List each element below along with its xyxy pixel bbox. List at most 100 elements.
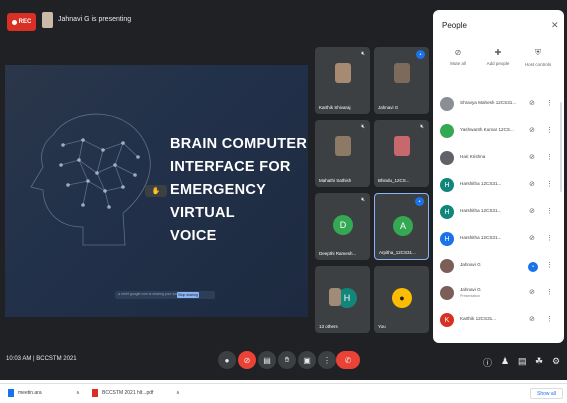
mic-button[interactable]: ● [218,351,236,369]
mic-off-icon: ⊘ [529,235,535,242]
participant-photo [329,288,341,306]
participant-tile[interactable]: • Jahnavi G [374,47,429,114]
info-icon[interactable]: ⓘ [483,356,492,369]
participant-tile[interactable]: ● You [374,266,429,333]
meeting-time-code: 10:03 AM | BCCSTM 2021 [6,356,77,362]
participant-tile[interactable]: A • Arpitha_12CS31... [374,193,429,260]
chevron-up-icon[interactable]: ∧ [76,390,80,396]
mic-off-icon: 🔇︎ [361,197,365,203]
participant-photo [335,136,351,156]
download-item[interactable]: BCCSTM 2021 hlt...pdf [102,390,153,396]
host-controls-icon[interactable]: ⚙ [552,356,560,367]
camera-off-button[interactable]: ⊘ [238,351,256,369]
brain-graphic [30,113,151,246]
participant-row[interactable]: Jahnavi G • ⋮ [433,256,564,280]
tool-label: Host controls [524,62,552,67]
participant-name: Yashwanth Kumar 12CS... [460,127,514,132]
add-people-button[interactable]: ✚ Add people [481,48,515,66]
close-icon[interactable]: ✕ [551,20,559,31]
more-vert-icon[interactable]: ⋮ [546,261,553,269]
participant-name: Harshitha 12CS31... [460,208,502,213]
participant-avatar: H [440,232,454,246]
show-all-button[interactable]: Show all [530,388,563,399]
tool-label: Add people [486,61,510,66]
screen-share-text: ● meet.google.com is sharing your screen [118,292,184,296]
participant-photo [335,63,351,83]
speaking-icon: • [415,197,424,206]
tile-name: Karthik Shivaraj [319,105,351,110]
participant-avatar [440,286,454,300]
mic-off-icon: ⊘ [529,289,535,296]
file-icon [8,389,14,397]
presenter-avatar [42,12,53,28]
present-screen-icon: ▣ [303,355,311,365]
participant-tile[interactable]: 🔇︎ Mahathi Sathish [315,120,370,187]
more-vert-icon[interactable]: ⋮ [546,207,553,215]
participant-avatar: D [333,215,353,235]
more-vert-icon[interactable]: ⋮ [546,126,553,134]
more-vert-icon[interactable]: ⋮ [546,288,553,296]
tile-name: Jahnavi G [378,105,399,110]
slide-title-line: BRAIN COMPUTER [170,136,308,152]
captions-icon: ▤ [263,355,271,365]
participant-tile[interactable]: H 13 others [315,266,370,333]
participant-row[interactable]: H Harshitha 12CS31... ⊘ ⋮ [433,202,564,226]
participant-row[interactable]: Yashwanth Kumar 12CS... ⊘ ⋮ [433,121,564,145]
raise-hand-button[interactable]: ✋︎ [278,351,296,369]
meet-window: REC Jahnavi G is presenting BRAIN COMPUT… [0,0,567,380]
participant-name: Karthik 12CS31... [460,316,497,321]
people-panel: People ✕ ⊘ Mute all ✚ Add people ⛨ Host … [433,10,564,343]
slide-title-line: EMERGENCY VIRTUAL [170,182,266,221]
mic-off-icon: ⊘ [529,181,535,188]
participant-tile[interactable]: D 🔇︎ Deepthi Ramesh... [315,193,370,260]
speaking-icon: • [416,50,425,59]
more-vert-icon[interactable]: ⋮ [546,315,553,323]
mic-off-icon: ⊘ [529,127,535,134]
mic-off-icon: ⊘ [529,208,535,215]
mic-off-icon: ⊘ [454,48,462,57]
more-vert-icon[interactable]: ⋮ [546,99,553,107]
captions-button[interactable]: ▤ [258,351,276,369]
more-vert-icon[interactable]: ⋮ [546,180,553,188]
download-shelf: meetin.ara ∧ BCCSTM 2021 hlt...pdf ∧ Sho… [0,383,567,403]
people-icon[interactable]: ♟ [501,356,509,367]
stop-sharing-button[interactable]: Stop sharing [177,292,199,298]
more-vert-icon[interactable]: ⋮ [546,234,553,242]
shield-icon: ⛨ [535,48,541,57]
slide-title-line: INTERFACE FOR [170,159,291,175]
participant-row[interactable]: Hari Krishna ⊘ ⋮ [433,148,564,172]
download-item[interactable]: meetin.ara [18,390,42,396]
participant-name: Harshitha 12CS31... [460,235,502,240]
recording-badge: REC [7,13,36,31]
more-vert-icon[interactable]: ⋮ [546,153,553,161]
host-controls-button[interactable]: ⛨ Host controls [521,48,555,67]
participant-tile[interactable]: 🔇︎ Bhindu_12CS... [374,120,429,187]
more-options-button[interactable]: ⋮ [318,351,336,369]
participant-avatar [440,259,454,273]
participant-row[interactable]: H Harshitha 12CS31... ⊘ ⋮ [433,175,564,199]
chat-icon[interactable]: ▤ [518,356,527,367]
mic-off-icon: ⊘ [529,100,535,107]
participant-avatar [440,151,454,165]
leave-call-button[interactable]: ✆ [336,351,360,369]
participant-row[interactable]: Jahnavi G Presentation ⊘ ⋮ [433,283,564,307]
tile-name: Deepthi Ramesh... [319,251,357,256]
participant-tile[interactable]: 🔇︎ Karthik Shivaraj [315,47,370,114]
tile-name: Arpitha_12CS31... [379,250,416,255]
participant-avatar [440,97,454,111]
activities-icon[interactable]: ☘ [535,356,543,367]
participant-avatar: K [440,313,454,327]
mic-off-icon: 🔇︎ [361,124,365,130]
tile-name: Bhindu_12CS... [378,178,410,183]
participant-row[interactable]: H Harshitha 12CS31... ⊘ ⋮ [433,229,564,253]
participant-row[interactable]: K Karthik 12CS31... ⊘ ⋮ [433,310,564,334]
chevron-up-icon[interactable]: ∧ [176,390,180,396]
present-button[interactable]: ▣ [298,351,316,369]
participant-avatar: ● [392,288,412,308]
participant-avatar: H [440,178,454,192]
screen: REC Jahnavi G is presenting BRAIN COMPUT… [0,0,567,403]
participant-row[interactable]: Shravya Mahesh 12CS31... ⊘ ⋮ [433,94,564,118]
mute-all-button[interactable]: ⊘ Mute all [441,48,475,66]
participant-name: Hari Krishna [460,154,486,159]
phone-hangup-icon: ✆ [344,355,352,365]
